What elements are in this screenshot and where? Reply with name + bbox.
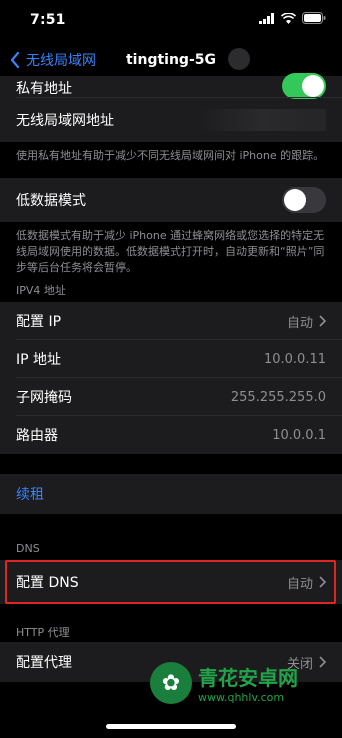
- low-data-note: 低数据模式有助于减少 iPhone 通过蜂窝网络或您选择的特定无线局域网使用的数…: [16, 229, 325, 274]
- toggle-knob: [302, 75, 324, 97]
- site-watermark: ✿ 青花安卓网 www.qhhlv.com: [150, 656, 336, 710]
- configure-ip-label: 配置 IP: [16, 314, 62, 330]
- battery-icon: [302, 12, 326, 24]
- configure-dns-value: 自动: [287, 573, 326, 592]
- low-data-toggle[interactable]: [282, 187, 326, 213]
- chevron-right-icon: [319, 576, 326, 588]
- subnet-mask-label: 子网掩码: [16, 390, 72, 406]
- ip-address-label: IP 地址: [16, 352, 62, 368]
- ipv4-section-header: IPV4 地址: [16, 284, 66, 297]
- private-address-toggle[interactable]: [282, 73, 326, 99]
- status-bar: 7:51: [0, 0, 342, 44]
- wifi-address-row: 无线局域网地址: [0, 98, 342, 142]
- configure-dns-row[interactable]: 配置 DNS 自动: [0, 560, 342, 604]
- wifi-address-label: 无线局域网地址: [16, 113, 114, 129]
- ip-address-row: IP 地址 10.0.0.11: [0, 340, 342, 378]
- assistive-touch-icon[interactable]: [228, 48, 250, 70]
- wifi-icon: [281, 12, 296, 24]
- low-data-row: 低数据模式: [0, 178, 342, 222]
- nav-title: tingting-5G: [125, 52, 216, 68]
- renew-lease-row[interactable]: 续租: [0, 474, 342, 514]
- low-data-label: 低数据模式: [16, 193, 86, 209]
- renew-lease-button[interactable]: 续租: [16, 484, 44, 504]
- home-indicator[interactable]: [106, 724, 236, 729]
- status-icons: [259, 12, 326, 24]
- wifi-address-value-blurred: [196, 109, 326, 131]
- signal-icon: [259, 12, 274, 24]
- renew-group: 续租: [0, 474, 342, 514]
- settings-content: 私有地址 无线局域网地址 使用私有地址有助于减少不同无线局域网间对 iPhone…: [0, 73, 342, 738]
- dns-group: 配置 DNS 自动: [0, 560, 342, 604]
- configure-ip-value: 自动: [287, 312, 326, 331]
- toggle-knob: [284, 189, 306, 211]
- watermark-url: www.qhhlv.com: [198, 691, 285, 704]
- subnet-mask-row: 子网掩码 255.255.255.0: [0, 378, 342, 416]
- status-time: 7:51: [30, 12, 66, 28]
- watermark-logo-icon: ✿: [150, 662, 192, 704]
- ip-address-value: 10.0.0.11: [263, 351, 326, 367]
- private-address-group: 私有地址 无线局域网地址: [0, 73, 342, 142]
- router-row: 路由器 10.0.0.1: [0, 416, 342, 454]
- configure-dns-label: 配置 DNS: [16, 575, 79, 591]
- configure-ip-row[interactable]: 配置 IP 自动: [0, 302, 342, 340]
- chevron-right-icon: [319, 315, 326, 327]
- low-data-group: 低数据模式: [0, 178, 342, 222]
- subnet-mask-value: 255.255.255.0: [230, 389, 326, 405]
- watermark-text: 青花安卓网 www.qhhlv.com: [198, 662, 298, 704]
- watermark-title: 青花安卓网: [198, 666, 298, 690]
- dns-section-header: DNS: [16, 542, 40, 555]
- nav-bar: 无线局域网 tingting-5G: [0, 44, 342, 76]
- configure-proxy-label: 配置代理: [16, 655, 72, 671]
- proxy-section-header: HTTP 代理: [16, 626, 70, 639]
- private-address-note: 使用私有地址有助于减少不同无线局域网间对 iPhone 的跟踪。: [16, 149, 325, 162]
- router-label: 路由器: [16, 428, 58, 444]
- private-address-row: 私有地址: [0, 73, 342, 99]
- private-address-label: 私有地址: [16, 81, 72, 97]
- router-value: 10.0.0.1: [272, 427, 326, 443]
- ipv4-group: 配置 IP 自动 IP 地址 10.0.0.11 子网掩码 255.255.25…: [0, 302, 342, 454]
